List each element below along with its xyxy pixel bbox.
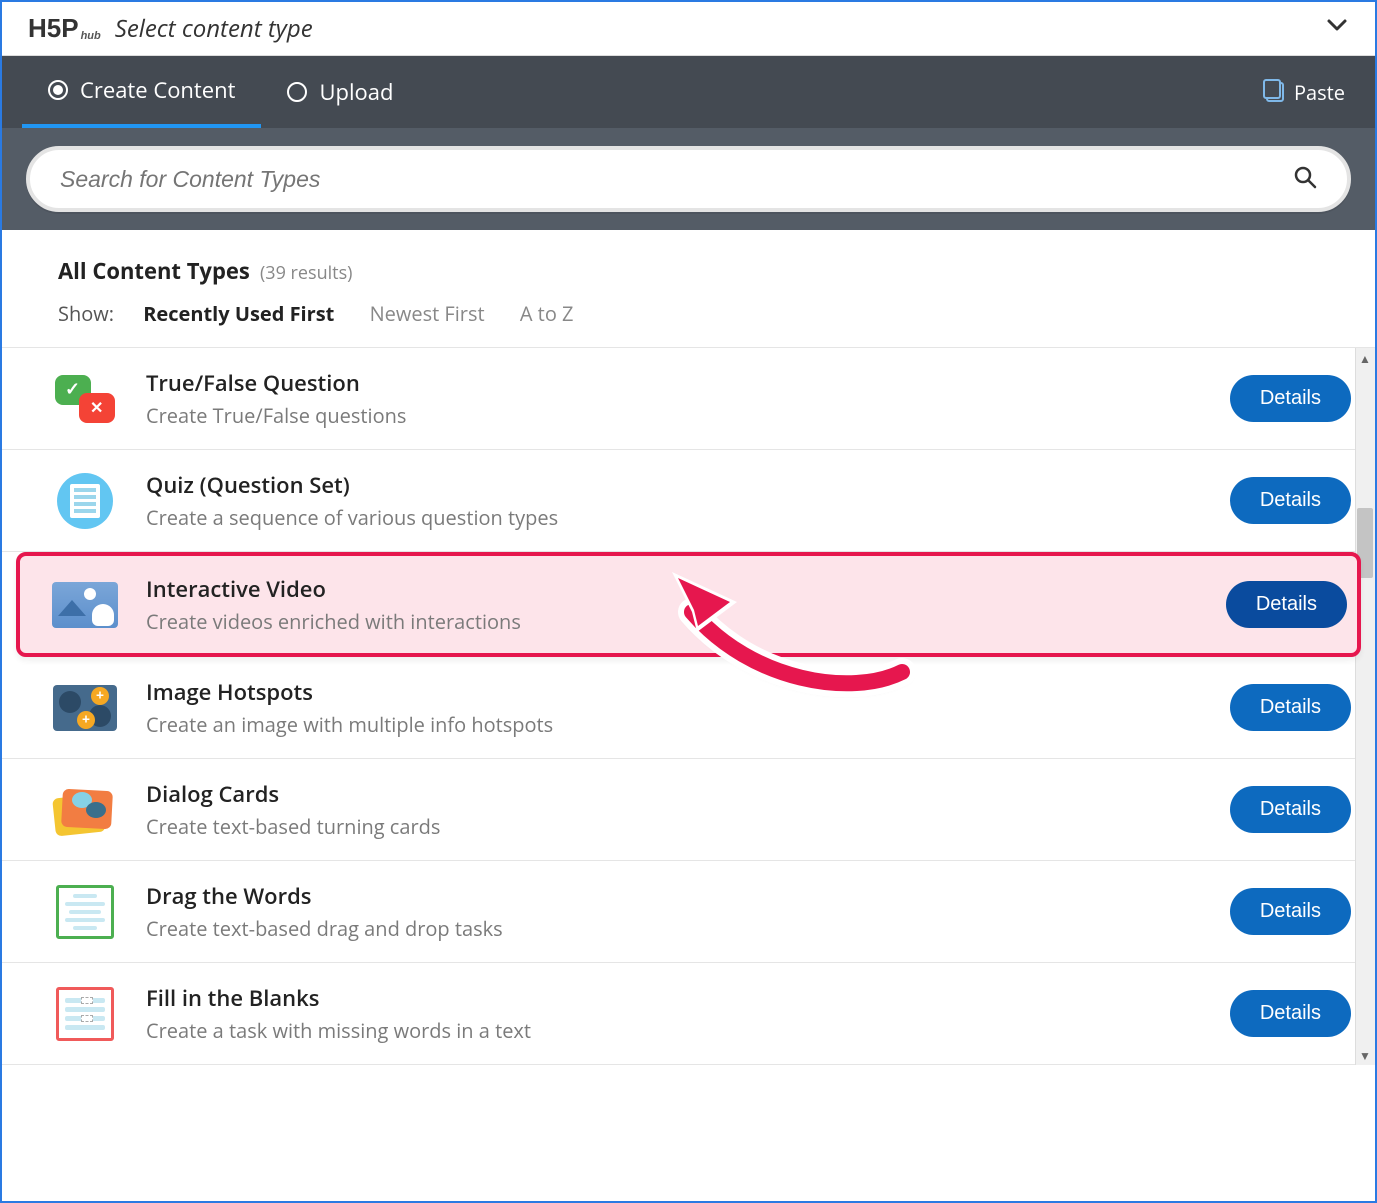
list-item-desc: Create text-based drag and drop tasks [146, 915, 1204, 942]
scroll-down-icon[interactable]: ▼ [1355, 1045, 1375, 1065]
collapse-chevron-icon[interactable] [1325, 13, 1349, 44]
content-type-icon: ++ [50, 680, 120, 735]
list-item-text: Fill in the Blanks Create a task with mi… [146, 983, 1204, 1044]
list-item-desc: Create a sequence of various question ty… [146, 504, 1204, 531]
results-count: (39 results) [260, 261, 353, 285]
content-type-icon [50, 371, 120, 426]
tab-bar: Create Content Upload Paste [2, 56, 1375, 128]
sort-row: Show: Recently Used First Newest First A… [58, 300, 1319, 327]
list-item-text: Quiz (Question Set) Create a sequence of… [146, 470, 1204, 531]
list-item-text: Interactive Video Create videos enriched… [146, 574, 1200, 635]
tab-upload[interactable]: Upload [261, 56, 419, 128]
list-item-title: Quiz (Question Set) [146, 470, 1204, 500]
list-item-text: Drag the Words Create text-based drag an… [146, 881, 1204, 942]
list-item-text: True/False Question Create True/False qu… [146, 368, 1204, 429]
content-type-icon [50, 782, 120, 837]
header-bar: H5P hub Select content type [2, 2, 1375, 56]
list-item-title: Fill in the Blanks [146, 983, 1204, 1013]
list-item-title: Dialog Cards [146, 779, 1204, 809]
header-title: Select content type [115, 12, 313, 45]
sort-label: Show: [58, 300, 114, 327]
search-bar[interactable] [26, 146, 1351, 212]
sort-recently-used[interactable]: Recently Used First [143, 300, 334, 327]
details-button[interactable]: Details [1230, 888, 1351, 935]
list-item[interactable]: True/False Question Create True/False qu… [2, 348, 1375, 450]
results-header: All Content Types (39 results) Show: Rec… [2, 230, 1375, 347]
content-type-list: True/False Question Create True/False qu… [2, 347, 1375, 1065]
content-type-icon [50, 986, 120, 1041]
list-item-text: Image Hotspots Create an image with mult… [146, 677, 1204, 738]
results-heading: All Content Types [58, 256, 250, 286]
list-item-text: Dialog Cards Create text-based turning c… [146, 779, 1204, 840]
sort-newest-first[interactable]: Newest First [370, 300, 485, 327]
details-button[interactable]: Details [1230, 684, 1351, 731]
list-item-desc: Create videos enriched with interactions [146, 608, 1200, 635]
paste-button[interactable]: Paste [1266, 79, 1355, 106]
scroll-up-icon[interactable]: ▲ [1355, 348, 1375, 368]
list-item-title: Drag the Words [146, 881, 1204, 911]
search-icon[interactable] [1293, 161, 1317, 197]
list-item-title: True/False Question [146, 368, 1204, 398]
content-type-icon [50, 884, 120, 939]
tab-create-content[interactable]: Create Content [22, 56, 261, 128]
sort-a-to-z[interactable]: A to Z [520, 300, 574, 327]
paste-icon [1266, 82, 1284, 102]
list-item[interactable]: Dialog Cards Create text-based turning c… [2, 759, 1375, 861]
details-button[interactable]: Details [1230, 375, 1351, 422]
details-button[interactable]: Details [1226, 581, 1347, 628]
search-input[interactable] [60, 166, 1293, 193]
content-type-icon [50, 577, 120, 632]
list-item-desc: Create a task with missing words in a te… [146, 1017, 1204, 1044]
scrollbar[interactable]: ▲ ▼ [1355, 348, 1375, 1065]
list-item-highlighted[interactable]: Interactive Video Create videos enriched… [16, 552, 1361, 657]
h5p-logo: H5P hub [28, 13, 101, 44]
search-section [2, 128, 1375, 230]
list-item-desc: Create True/False questions [146, 402, 1204, 429]
list-item-title: Interactive Video [146, 574, 1200, 604]
list-item[interactable]: Quiz (Question Set) Create a sequence of… [2, 450, 1375, 552]
content-type-list-wrap: True/False Question Create True/False qu… [2, 347, 1375, 1065]
list-item-title: Image Hotspots [146, 677, 1204, 707]
details-button[interactable]: Details [1230, 990, 1351, 1037]
tab-label: Create Content [80, 75, 235, 105]
tab-label: Upload [319, 77, 393, 107]
list-item[interactable]: Drag the Words Create text-based drag an… [2, 861, 1375, 963]
list-item-desc: Create text-based turning cards [146, 813, 1204, 840]
paste-label: Paste [1294, 79, 1345, 106]
details-button[interactable]: Details [1230, 477, 1351, 524]
radio-selected-icon [48, 80, 68, 100]
content-type-icon [50, 473, 120, 528]
details-button[interactable]: Details [1230, 786, 1351, 833]
radio-unselected-icon [287, 82, 307, 102]
list-item-desc: Create an image with multiple info hotsp… [146, 711, 1204, 738]
list-item[interactable]: ++ Image Hotspots Create an image with m… [2, 657, 1375, 759]
list-item[interactable]: Fill in the Blanks Create a task with mi… [2, 963, 1375, 1065]
